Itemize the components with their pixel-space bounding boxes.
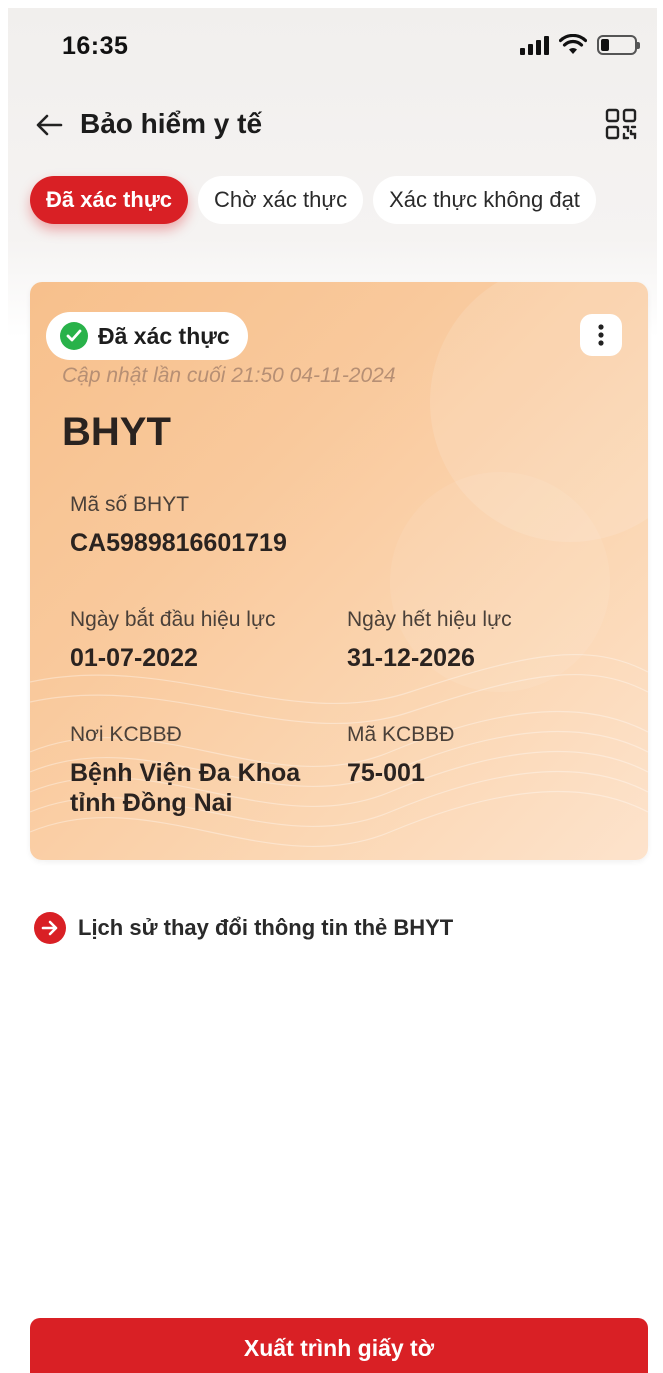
history-link-label: Lịch sử thay đổi thông tin thẻ BHYT — [78, 915, 454, 940]
field-value: 01-07-2022 — [70, 644, 198, 672]
field-value: CA5989816601719 — [70, 529, 287, 557]
field-facility-code: Mã KCBBĐ 75-001 — [347, 722, 454, 788]
field-value-line: Bệnh Viện Đa Khoa — [70, 759, 301, 787]
field-label: Ngày hết hiệu lực — [347, 608, 512, 631]
history-link[interactable]: Lịch sử thay đổi thông tin thẻ BHYT — [34, 912, 453, 944]
present-documents-button[interactable]: Xuất trình giấy tờ — [30, 1318, 648, 1373]
tab-failed[interactable]: Xác thực không đạt — [373, 176, 596, 224]
field-card-number: Mã số BHYT CA5989816601719 — [70, 492, 287, 558]
field-label: Nơi KCBBĐ — [70, 723, 182, 746]
status-tabs: Đã xác thực Chờ xác thực Xác thực không … — [30, 176, 596, 224]
battery-icon — [597, 35, 640, 55]
more-vertical-icon — [598, 324, 604, 346]
verified-badge-label: Đã xác thực — [98, 322, 230, 349]
status-icons — [520, 34, 640, 56]
tab-pending[interactable]: Chờ xác thực — [197, 176, 364, 224]
field-label: Ngày bắt đầu hiệu lực — [70, 608, 276, 631]
app-screen: 16:35 Bảo hiểm y tế Đã xác thực Chờ xác … — [8, 8, 657, 1373]
arrow-right-circle-icon — [34, 912, 66, 944]
field-label: Mã số BHYT — [70, 493, 190, 516]
insurance-card: Đã xác thực Cập nhật lần cuối 21:50 04-1… — [30, 282, 648, 860]
tab-verified[interactable]: Đã xác thực — [30, 176, 188, 224]
qr-scan-button[interactable] — [603, 104, 639, 144]
field-value: 75-001 — [347, 759, 425, 787]
card-more-button[interactable] — [580, 314, 622, 356]
field-value: Bệnh Viện Đa Khoa tỉnh Đồng Nai — [70, 758, 300, 818]
header: Bảo hiểm y tế — [8, 98, 657, 158]
field-value-line: tỉnh Đồng Nai — [70, 789, 233, 817]
field-value: 31-12-2026 — [347, 644, 475, 672]
wifi-icon — [559, 34, 587, 54]
battery-level — [601, 39, 609, 51]
last-updated-text: Cập nhật lần cuối 21:50 04-11-2024 — [62, 364, 396, 387]
page-title: Bảo hiểm y tế — [80, 108, 263, 139]
signal-icon — [520, 35, 549, 55]
verified-badge: Đã xác thực — [46, 312, 248, 360]
back-button[interactable] — [32, 108, 66, 142]
check-circle-icon — [60, 322, 88, 350]
field-start-date: Ngày bắt đầu hiệu lực 01-07-2022 — [70, 607, 276, 673]
field-end-date: Ngày hết hiệu lực 31-12-2026 — [347, 607, 512, 673]
qr-scan-icon — [605, 108, 637, 140]
card-title: BHYT — [62, 410, 171, 454]
field-label: Mã KCBBĐ — [347, 723, 455, 746]
arrow-left-icon — [36, 114, 63, 136]
status-time: 16:35 — [62, 32, 129, 60]
field-facility: Nơi KCBBĐ Bệnh Viện Đa Khoa tỉnh Đồng Na… — [70, 722, 300, 818]
status-bar: 16:35 — [8, 8, 657, 88]
